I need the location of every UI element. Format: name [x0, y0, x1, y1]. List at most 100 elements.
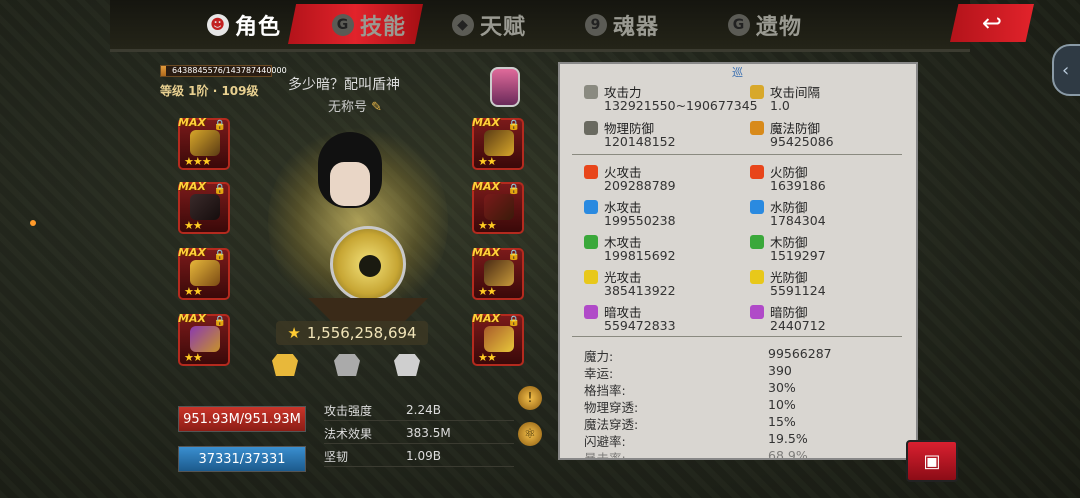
- tab-soul[interactable]: 9 魂器: [585, 8, 659, 42]
- mini-stat-row: 坚韧 1.09B: [324, 446, 514, 467]
- stat-dark-defense: 暗防御 2440712: [746, 302, 916, 338]
- stat-attack: 攻击力 132921550~190677345: [580, 82, 758, 118]
- stats-panel: 巡 攻击力 132921550~190677345 攻击间隔 1.0 物理防御 …: [558, 62, 918, 460]
- divider: [572, 154, 902, 155]
- lock-icon: 🔒: [213, 316, 226, 327]
- max-badge: MAX: [178, 246, 206, 259]
- stat-value: 120148152: [604, 134, 676, 149]
- tab-relic[interactable]: G 遗物: [728, 8, 802, 42]
- equip-slot-right-3[interactable]: MAX 🔒 ★★: [472, 246, 524, 300]
- atom-icon[interactable]: ⚛: [518, 422, 542, 446]
- chest-armor-icon: [334, 354, 360, 376]
- lock-icon: 🔒: [213, 120, 226, 131]
- stats-panel-tab[interactable]: 巡: [732, 64, 743, 80]
- stat-key: 暴击率:: [584, 451, 626, 460]
- back-button[interactable]: ↩: [950, 4, 1034, 42]
- equip-slot-left-2[interactable]: MAX 🔒 ★★: [178, 180, 230, 234]
- notification-dot: [30, 220, 36, 226]
- armor-set-3[interactable]: [394, 354, 422, 378]
- max-badge: MAX: [178, 180, 206, 193]
- lock-icon: 🔒: [507, 120, 520, 131]
- stat-row-dodge: 闪避率: 19.5%: [584, 431, 904, 449]
- stat-magic-defense: 魔法防御 95425086: [746, 118, 916, 154]
- star-rating: ★★: [184, 219, 203, 232]
- stat-value: 99566287: [768, 346, 832, 361]
- relic-icon: G: [728, 14, 750, 36]
- side-drawer-toggle[interactable]: ‹: [1052, 44, 1080, 96]
- stat-value: 1784304: [770, 213, 826, 228]
- equip-slot-left-3[interactable]: MAX 🔒 ★★: [178, 246, 230, 300]
- info-icon[interactable]: !: [518, 386, 542, 410]
- equip-item-icon: [484, 130, 514, 156]
- stat-value: 2440712: [770, 318, 826, 333]
- mini-stat-key: 攻击强度: [324, 403, 373, 418]
- tab-talent[interactable]: ◆ 天赋: [452, 8, 526, 42]
- tab-skill[interactable]: G 技能: [332, 8, 406, 42]
- hero-title[interactable]: 无称号 ✎: [328, 96, 382, 115]
- star-icon: ★: [287, 324, 301, 342]
- tab-label: 遗物: [756, 15, 803, 40]
- attack-speed-icon: [750, 85, 764, 99]
- stat-value: 385413922: [604, 283, 676, 298]
- magic-defense-icon: [750, 121, 764, 135]
- equip-item-icon: [190, 130, 220, 156]
- stat-water-attack: 水攻击 199550238: [580, 197, 750, 233]
- fire-attack-icon: [584, 165, 598, 179]
- edit-icon: ✎: [371, 100, 383, 115]
- max-badge: MAX: [472, 180, 500, 193]
- potion-icon[interactable]: [490, 67, 520, 107]
- talent-icon: ◆: [452, 14, 474, 36]
- tab-label: 技能: [360, 15, 407, 40]
- mini-stats: 攻击强度 2.24B 法术效果 383.5M 坚韧 1.09B: [324, 400, 514, 469]
- stat-row-crit: 暴击率: 68.9%: [584, 448, 904, 460]
- hero-face: [330, 162, 370, 206]
- divider: [572, 336, 902, 337]
- max-badge: MAX: [472, 312, 500, 325]
- stat-value: 199550238: [604, 213, 676, 228]
- equip-slot-left-1[interactable]: MAX 🔒 ★★★: [178, 116, 230, 170]
- stat-light-defense: 光防御 5591124: [746, 267, 916, 303]
- mp-bar: 37331/37331: [178, 446, 306, 472]
- equip-slot-right-4[interactable]: MAX 🔒 ★★: [472, 312, 524, 366]
- tab-character[interactable]: ☻ 角色: [207, 8, 281, 42]
- max-badge: MAX: [472, 246, 500, 259]
- water-defense-icon: [750, 200, 764, 214]
- stat-light-attack: 光攻击 385413922: [580, 267, 750, 303]
- gift-box-icon[interactable]: ▣: [906, 440, 958, 482]
- stat-dark-attack: 暗攻击 559472833: [580, 302, 750, 338]
- stat-value: 68.9%: [768, 448, 808, 460]
- equip-item-icon: [190, 194, 220, 220]
- tab-label: 天赋: [480, 15, 527, 40]
- character-panel: 6438845576/143787440000 等级 1阶 · 109级 多少暗…: [158, 62, 550, 474]
- equip-slot-left-4[interactable]: MAX 🔒 ★★: [178, 312, 230, 366]
- lock-icon: 🔒: [213, 184, 226, 195]
- hero-name: 多少暗？配叫盾神: [288, 77, 400, 93]
- soul-icon: 9: [585, 14, 607, 36]
- stat-value: 5591124: [770, 283, 826, 298]
- dark-defense-icon: [750, 305, 764, 319]
- stat-value: 95425086: [770, 134, 834, 149]
- stat-value: 1.0: [770, 98, 790, 113]
- star-rating: ★★: [478, 285, 497, 298]
- chevron-left-icon: ‹: [1062, 59, 1070, 81]
- star-rating: ★★: [478, 219, 497, 232]
- equip-slot-right-1[interactable]: MAX 🔒 ★★: [472, 116, 524, 170]
- mini-stat-value: 2.24B: [406, 403, 441, 417]
- lock-icon: 🔒: [507, 250, 520, 261]
- stat-value: 1519297: [770, 248, 826, 263]
- max-badge: MAX: [472, 116, 500, 129]
- equip-slot-right-2[interactable]: MAX 🔒 ★★: [472, 180, 524, 234]
- hp-bar: 951.93M/951.93M: [178, 406, 306, 432]
- chest-armor-icon: [394, 354, 420, 376]
- skill-icon: G: [332, 14, 354, 36]
- stat-water-defense: 水防御 1784304: [746, 197, 916, 233]
- armor-set-2[interactable]: [334, 354, 362, 378]
- stat-row-phys-pen: 物理穿透: 10%: [584, 397, 904, 415]
- stat-row-mana: 魔力: 99566287: [584, 346, 904, 364]
- stat-value: 19.5%: [768, 431, 808, 446]
- stat-physical-defense: 物理防御 120148152: [580, 118, 750, 154]
- lock-icon: 🔒: [507, 316, 520, 327]
- mini-stat-value: 383.5M: [406, 426, 451, 440]
- mini-stat-value: 1.09B: [406, 449, 441, 463]
- armor-set-1[interactable]: [272, 354, 300, 378]
